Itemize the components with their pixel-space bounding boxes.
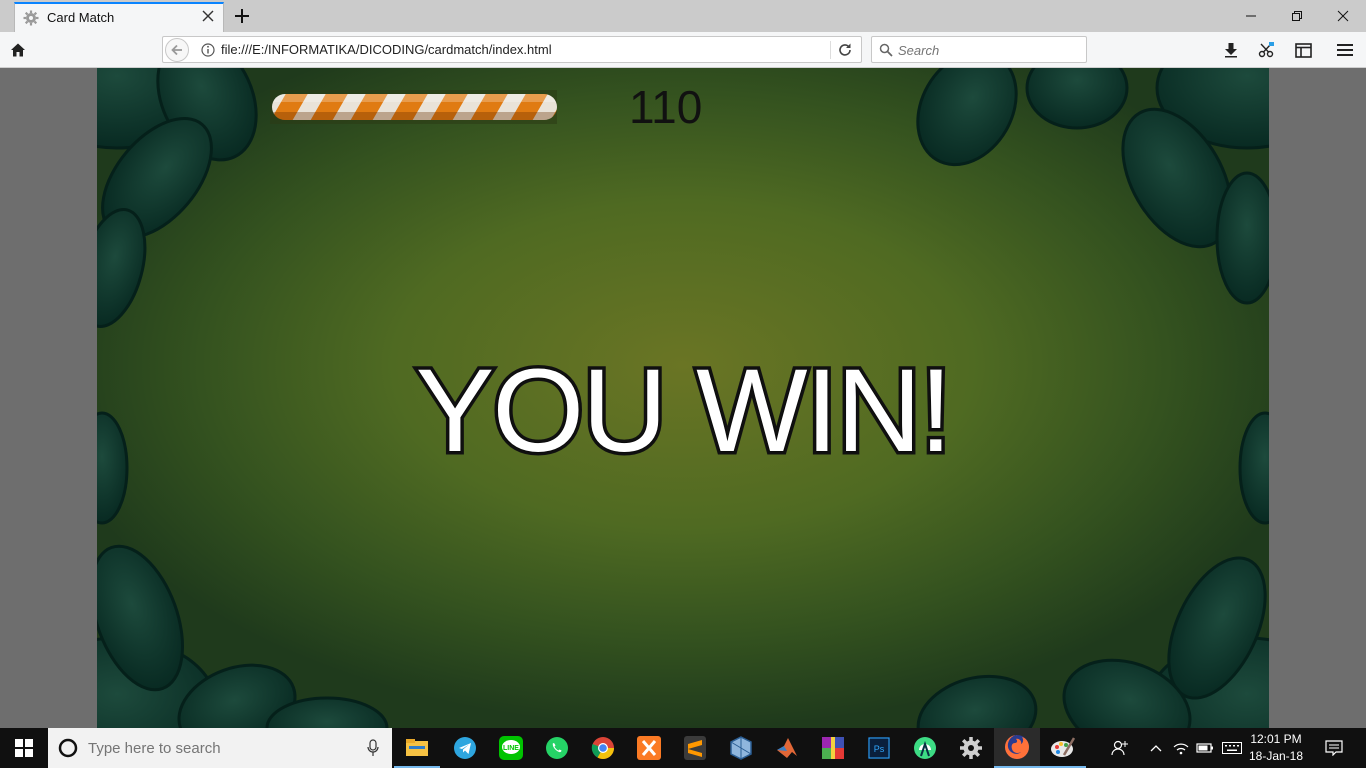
taskbar-app-whatsapp[interactable] — [534, 728, 580, 768]
close-window-button[interactable] — [1320, 4, 1366, 28]
search-bar[interactable] — [871, 36, 1087, 63]
search-input[interactable] — [898, 41, 1078, 59]
page-content: 110 YOU WIN! — [0, 68, 1366, 728]
sidebar-icon — [1294, 42, 1312, 58]
paint-icon — [1051, 737, 1076, 757]
people-icon — [1111, 740, 1128, 756]
restore-icon — [1292, 11, 1302, 21]
taskbar-app-settings[interactable] — [948, 728, 994, 768]
wifi-button[interactable] — [1170, 728, 1192, 768]
taskbar-app-xampp[interactable] — [626, 728, 672, 768]
downloads-button[interactable] — [1221, 40, 1241, 60]
download-icon — [1225, 43, 1237, 58]
system-clock[interactable]: 12:01 PM 18-Jan-18 — [1246, 731, 1306, 765]
game-canvas[interactable]: 110 YOU WIN! — [97, 68, 1269, 728]
virtualbox-icon — [730, 736, 752, 760]
taskbar-app-telegram[interactable] — [442, 728, 488, 768]
close-tab-icon[interactable] — [201, 9, 215, 23]
minimize-icon — [1246, 15, 1256, 17]
svg-text:LINE: LINE — [503, 745, 519, 752]
url-bar[interactable]: file:///E:/INFORMATIKA/DICODING/cardmatc… — [162, 36, 862, 63]
home-icon — [11, 43, 25, 57]
action-center-button[interactable] — [1320, 728, 1348, 768]
windows-logo-icon — [15, 739, 33, 757]
tab-title: Card Match — [47, 10, 115, 25]
keyboard-button[interactable] — [1220, 728, 1244, 768]
url-divider — [830, 41, 831, 59]
windows-taskbar: LINE Ps — [0, 728, 1366, 768]
telegram-icon — [454, 737, 476, 759]
taskbar-app-photoshop[interactable]: Ps — [856, 728, 902, 768]
notification-icon — [1325, 740, 1343, 756]
taskbar-app-sublime[interactable] — [672, 728, 718, 768]
photoshop-icon: Ps — [868, 737, 890, 759]
new-tab-icon[interactable] — [232, 6, 252, 26]
screenshot-icon — [1258, 42, 1274, 58]
close-icon — [1337, 10, 1349, 22]
hamburger-menu-icon — [1337, 44, 1353, 56]
keyboard-icon — [1222, 742, 1242, 754]
taskbar-app-virtualbox[interactable] — [718, 728, 764, 768]
people-button[interactable] — [1108, 728, 1132, 768]
chrome-icon — [591, 737, 614, 759]
taskbar-app-android-studio[interactable] — [902, 728, 948, 768]
screenshot-button[interactable] — [1256, 40, 1276, 60]
clock-date: 18-Jan-18 — [1248, 749, 1304, 763]
microphone-icon[interactable] — [366, 739, 380, 757]
timer-bar — [270, 90, 557, 124]
winrar-icon — [822, 737, 844, 759]
battery-button[interactable] — [1194, 728, 1216, 768]
taskbar-search[interactable] — [48, 728, 392, 768]
taskbar-app-chrome[interactable] — [580, 728, 626, 768]
android-studio-icon — [914, 737, 936, 759]
line-icon: LINE — [499, 736, 523, 760]
settings-icon — [960, 737, 982, 759]
wifi-icon — [1173, 743, 1189, 755]
matlab-icon — [777, 738, 797, 758]
info-icon[interactable] — [201, 43, 215, 57]
restore-button[interactable] — [1274, 4, 1320, 28]
svg-text:Ps: Ps — [874, 744, 885, 754]
home-button[interactable] — [8, 40, 28, 60]
battery-icon — [1196, 743, 1213, 753]
gear-icon — [23, 10, 39, 26]
back-arrow-icon — [171, 44, 182, 56]
search-icon — [879, 43, 893, 57]
back-button[interactable] — [165, 38, 189, 62]
url-text[interactable]: file:///E:/INFORMATIKA/DICODING/cardmatc… — [221, 42, 552, 57]
firefox-icon — [1005, 735, 1029, 759]
taskbar-app-file-explorer[interactable] — [394, 728, 440, 768]
menu-button[interactable] — [1335, 40, 1355, 60]
xampp-icon — [637, 736, 661, 760]
taskbar-app-paint[interactable] — [1040, 728, 1086, 768]
reload-icon[interactable] — [837, 42, 853, 58]
taskbar-app-matlab[interactable] — [764, 728, 810, 768]
browser-titlebar: Card Match — [0, 0, 1366, 32]
browser-tab[interactable]: Card Match — [14, 2, 224, 32]
cortana-icon — [58, 738, 78, 758]
sidebar-button[interactable] — [1293, 40, 1313, 60]
taskbar-app-winrar[interactable] — [810, 728, 856, 768]
chevron-up-icon — [1150, 745, 1162, 752]
whatsapp-icon — [546, 737, 568, 759]
taskbar-search-input[interactable] — [88, 739, 348, 757]
taskbar-app-line[interactable]: LINE — [488, 728, 534, 768]
minimize-button[interactable] — [1228, 4, 1274, 28]
win-message: YOU WIN! — [412, 342, 956, 481]
sublime-icon — [684, 736, 706, 760]
clock-time: 12:01 PM — [1250, 732, 1302, 746]
start-button[interactable] — [0, 728, 48, 768]
browser-navbar: file:///E:/INFORMATIKA/DICODING/cardmatc… — [0, 32, 1366, 68]
taskbar-app-firefox[interactable] — [994, 728, 1040, 768]
file-explorer-icon — [406, 739, 428, 756]
score-counter: 110 — [629, 81, 703, 133]
show-hidden-icons-button[interactable] — [1146, 728, 1166, 768]
